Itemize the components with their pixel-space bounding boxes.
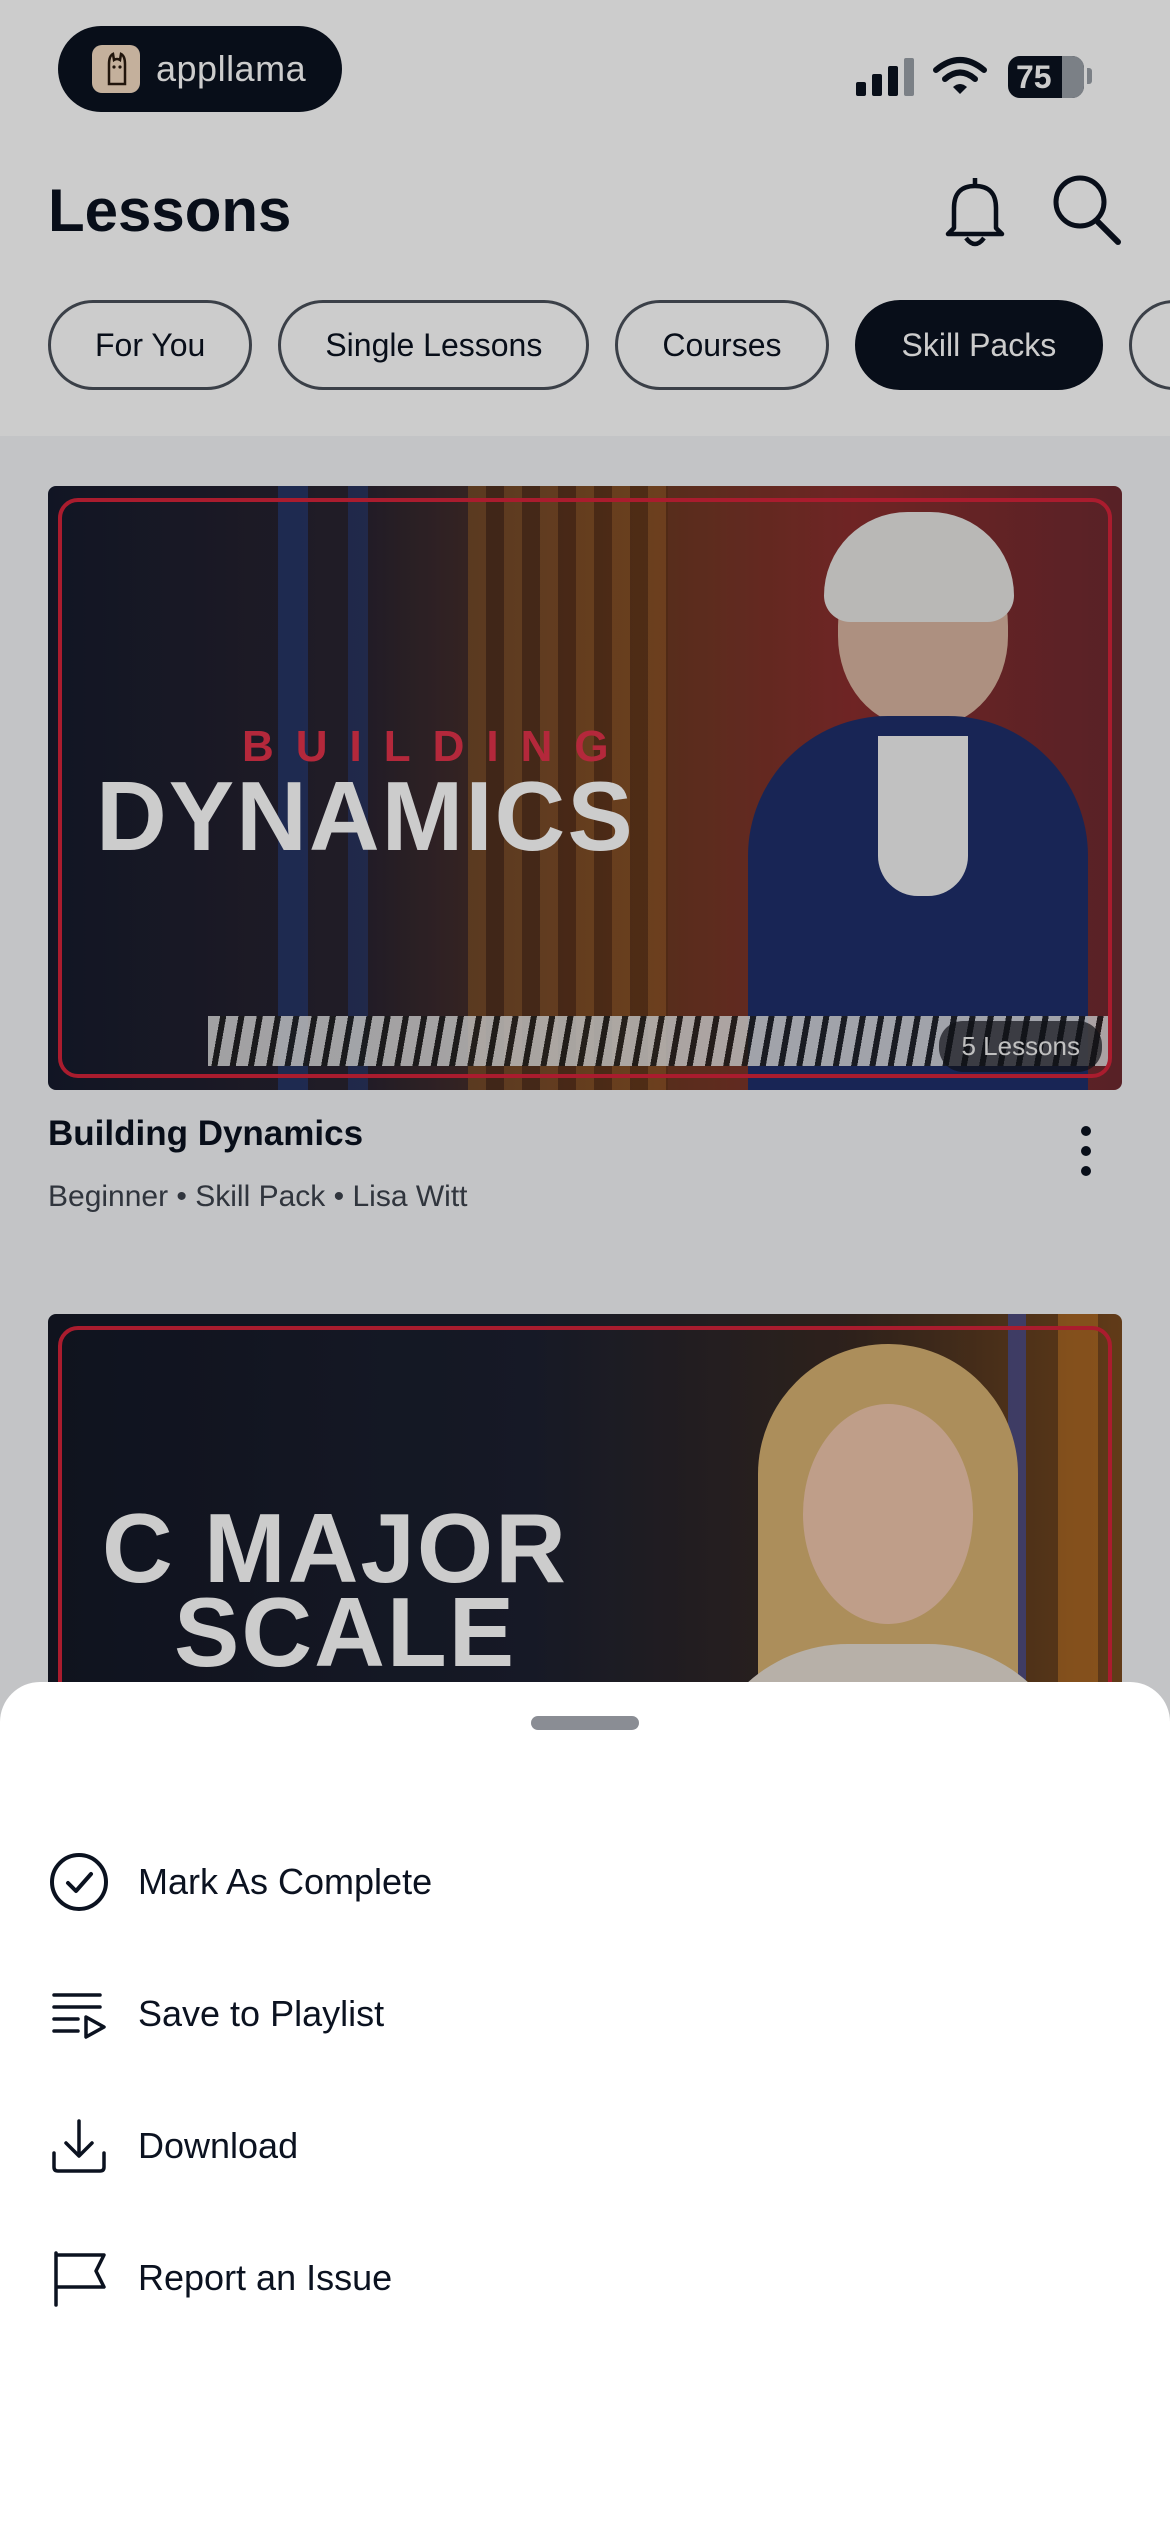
sheet-grabber[interactable]	[531, 1716, 639, 1730]
menu-item-mark-complete[interactable]: Mark As Complete	[48, 1827, 1122, 1937]
flag-icon	[48, 2247, 110, 2309]
playlist-add-icon	[48, 1983, 110, 2045]
menu-label: Report an Issue	[138, 2257, 393, 2298]
menu-item-download[interactable]: Download	[48, 2091, 1122, 2201]
menu-item-report-issue[interactable]: Report an Issue	[48, 2223, 1122, 2333]
download-icon	[48, 2115, 110, 2177]
menu-label: Mark As Complete	[138, 1861, 433, 1902]
check-circle-icon	[48, 1851, 110, 1913]
options-bottom-sheet: Mark As Complete Save to Playlist Downlo…	[0, 1682, 1170, 2532]
menu-label: Save to Playlist	[138, 1993, 385, 2034]
menu-label: Download	[138, 2125, 299, 2166]
menu-item-save-to-playlist[interactable]: Save to Playlist	[48, 1959, 1122, 2069]
